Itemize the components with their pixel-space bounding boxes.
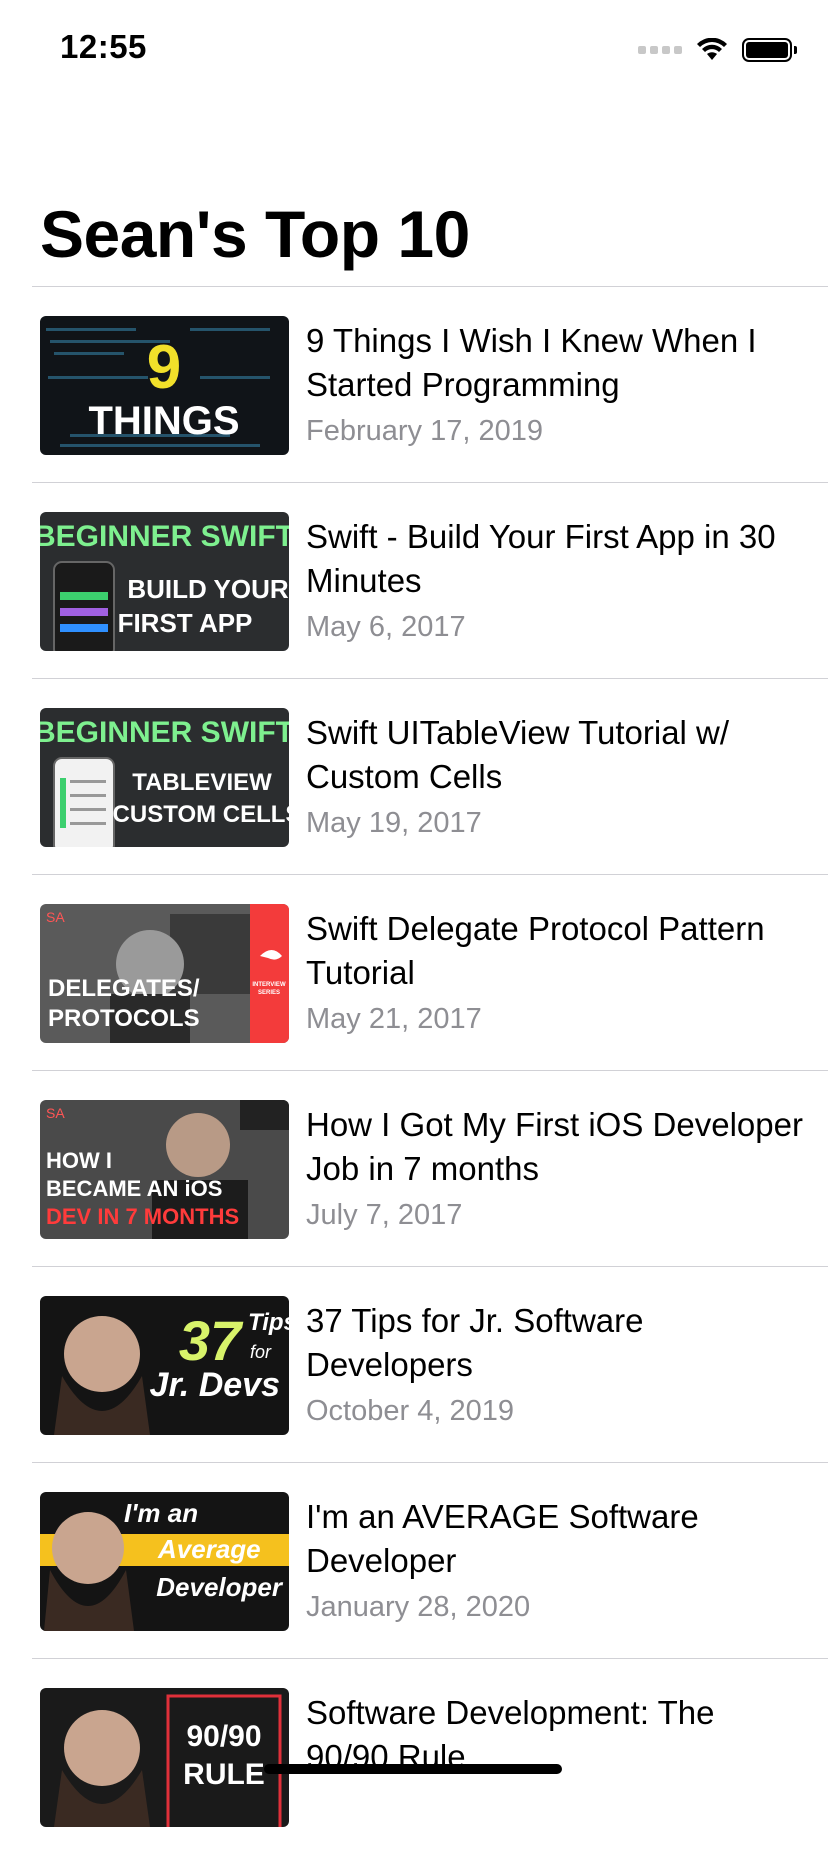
wifi-icon [697, 38, 727, 60]
thumb-text: DELEGATES/ [48, 975, 200, 1002]
video-date: July 7, 2017 [306, 1199, 463, 1231]
video-title: How I Got My First iOS Developer Job in … [306, 1106, 803, 1187]
video-row[interactable]: BEGINNER SWIFT BUILD YOUR FIRST APP Swif… [0, 483, 828, 678]
video-date: May 19, 2017 [306, 807, 482, 839]
thumb-text: INTERVIEW [252, 982, 286, 988]
thumb-text: HOW I [46, 1148, 112, 1173]
video-row[interactable]: BEGINNER SWIFT TABLEVIEW CUSTOM CELLS Sw… [0, 679, 828, 874]
thumb-text: Developer [156, 1572, 284, 1602]
video-title: Swift Delegate Protocol Pattern Tutorial [306, 910, 765, 991]
thumb-text: THINGS [88, 399, 239, 443]
video-thumbnail: BEGINNER SWIFT BUILD YOUR FIRST APP [40, 512, 289, 651]
video-thumbnail: SA HOW I BECAME AN iOS DEV IN 7 MONTHS [40, 1100, 289, 1239]
video-thumbnail: 9 THINGS [40, 316, 289, 455]
video-row[interactable]: 37 Tips for Jr. Devs 37 Tips for Jr. Sof… [0, 1267, 828, 1462]
status-bar: 12:55 [0, 0, 828, 100]
battery-icon [742, 38, 797, 62]
thumb-text: BEGINNER SWIFT [40, 520, 289, 553]
thumb-text: PROTOCOLS [48, 1005, 200, 1032]
video-date: January 28, 2020 [306, 1591, 531, 1623]
video-row[interactable]: INTERVIEW SERIES SA DELEGATES/ PROTOCOLS… [0, 875, 828, 1070]
video-date: February 17, 2019 [306, 415, 543, 447]
video-title: I'm an AVERAGE Software Developer [306, 1498, 699, 1579]
thumb-text: BUILD YOUR [127, 574, 289, 604]
video-date: October 4, 2019 [306, 1395, 514, 1427]
video-thumbnail: INTERVIEW SERIES SA DELEGATES/ PROTOCOLS [40, 904, 289, 1043]
video-title: Swift - Build Your First App in 30 Minut… [306, 518, 776, 599]
thumb-text: Tips [248, 1309, 289, 1336]
thumb-text: DEV IN 7 MONTHS [46, 1204, 239, 1229]
thumb-text: BECAME AN iOS [46, 1176, 222, 1201]
thumb-text: RULE [183, 1758, 265, 1791]
video-title: 9 Things I Wish I Knew When I Started Pr… [306, 322, 757, 403]
status-time: 12:55 [60, 28, 147, 65]
thumb-text: SA [46, 909, 65, 925]
thumb-text: SA [46, 1105, 65, 1121]
thumb-text: 37 [179, 1309, 244, 1372]
thumb-text: SERIES [258, 990, 280, 996]
video-thumbnail: I'm an Average Developer [40, 1492, 289, 1631]
thumb-text: TABLEVIEW [132, 769, 272, 796]
cellular-signal-icon [638, 46, 682, 54]
home-indicator[interactable] [264, 1764, 562, 1774]
video-title: Swift UITableView Tutorial w/ Custom Cel… [306, 714, 730, 795]
video-thumbnail: BEGINNER SWIFT TABLEVIEW CUSTOM CELLS [40, 708, 289, 847]
thumb-text: FIRST APP [118, 608, 253, 638]
video-date: May 21, 2017 [306, 1003, 482, 1035]
video-row[interactable]: SA HOW I BECAME AN iOS DEV IN 7 MONTHS H… [0, 1071, 828, 1266]
status-icons [638, 36, 797, 64]
thumb-text: Jr. Devs [150, 1366, 280, 1404]
video-thumbnail: 37 Tips for Jr. Devs [40, 1296, 289, 1435]
thumb-text: BEGINNER SWIFT [40, 716, 289, 749]
video-list[interactable]: 9 THINGS 9 Things I Wish I Knew When I S… [0, 286, 828, 1854]
video-row[interactable]: 90/90 RULE Software Development: The 90/… [0, 1659, 828, 1854]
video-title: 37 Tips for Jr. Software Developers [306, 1302, 644, 1383]
thumb-text: Average [157, 1534, 261, 1564]
video-date: May 6, 2017 [306, 611, 466, 643]
thumb-text: I'm an [124, 1498, 198, 1528]
thumb-text: 90/90 [186, 1720, 261, 1753]
video-row[interactable]: 9 THINGS 9 Things I Wish I Knew When I S… [0, 287, 828, 482]
thumb-text: for [250, 1342, 272, 1362]
page-title: Sean's Top 10 [40, 197, 470, 271]
thumb-text: CUSTOM CELLS [113, 801, 289, 828]
video-thumbnail: 90/90 RULE [40, 1688, 289, 1827]
video-row[interactable]: I'm an Average Developer I'm an AVERAGE … [0, 1463, 828, 1658]
thumb-text: 9 [147, 333, 181, 402]
